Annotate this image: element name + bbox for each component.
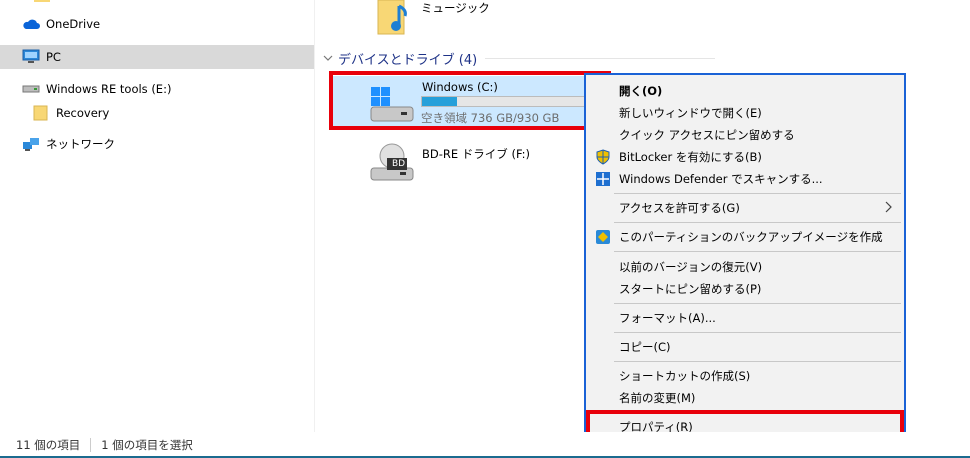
- music-folder-label: ミュージック: [421, 1, 490, 15]
- menu-separator: [614, 222, 901, 223]
- menu-separator: [614, 361, 901, 362]
- menu-item-label: ショートカットの作成(S): [619, 369, 751, 383]
- menu-item-open[interactable]: 開く(O): [586, 80, 904, 102]
- file-explorer-window: OneDrive PC Windows RE tools (E:) Recove…: [0, 0, 970, 458]
- drive-name-c: Windows (C:): [422, 80, 498, 94]
- defender-icon: [595, 171, 611, 187]
- section-title: デバイスとドライブ (4): [338, 53, 478, 68]
- music-folder-icon: [375, 0, 415, 41]
- menu-separator: [614, 412, 901, 413]
- menu-item-restore-versions[interactable]: 以前のバージョンの復元(V): [586, 256, 904, 278]
- music-folder-item[interactable]: ミュージック: [375, 0, 495, 38]
- menu-item-format[interactable]: フォーマット(A)...: [586, 307, 904, 329]
- menu-separator: [614, 251, 901, 252]
- section-divider: [485, 58, 716, 59]
- menu-item-backup-image[interactable]: このパーティションのバックアップイメージを作成: [586, 226, 904, 248]
- backup-icon: [595, 229, 611, 245]
- menu-item-pin-start[interactable]: スタートにピン留めする(P): [586, 278, 904, 300]
- nav-item-label: OneDrive: [46, 17, 101, 31]
- menu-item-label: 開く(O): [619, 84, 663, 98]
- onedrive-icon: [22, 16, 40, 32]
- status-separator: [90, 438, 92, 452]
- drive-usage-fill: [422, 97, 457, 106]
- menu-item-label: Windows Defender でスキャンする...: [619, 172, 823, 186]
- devices-section-header[interactable]: デバイスとドライブ (4): [323, 49, 716, 68]
- nav-item-label: PC: [46, 50, 61, 64]
- nav-item-label: Recovery: [56, 106, 110, 120]
- selection-count: 1 個の項目を選択: [101, 438, 193, 452]
- menu-item-give-access[interactable]: アクセスを許可する(G): [586, 197, 904, 219]
- nav-item-network[interactable]: ネットワーク: [0, 132, 314, 156]
- drive-usage-bar: [421, 96, 589, 107]
- nav-item-label: Windows RE tools (E:): [46, 82, 172, 96]
- menu-item-label: 名前の変更(M): [619, 391, 696, 405]
- menu-item-label: このパーティションのバックアップイメージを作成: [619, 230, 883, 244]
- menu-separator: [614, 332, 901, 333]
- menu-item-label: アクセスを許可する(G): [619, 201, 740, 215]
- status-bar: 11 個の項目 1 個の項目を選択: [0, 432, 970, 458]
- drive-name-f: BD-RE ドライブ (F:): [422, 147, 531, 161]
- menu-item-rename[interactable]: 名前の変更(M): [586, 387, 904, 409]
- menu-item-label: コピー(C): [619, 340, 671, 354]
- menu-item-label: フォーマット(A)...: [619, 311, 716, 325]
- menu-item-label: スタートにピン留めする(P): [619, 282, 762, 296]
- network-icon: [22, 136, 40, 152]
- nav-item-pc[interactable]: PC: [0, 45, 314, 69]
- menu-item-create-shortcut[interactable]: ショートカットの作成(S): [586, 365, 904, 387]
- menu-item-bitlocker[interactable]: BitLocker を有効にする(B): [586, 146, 904, 168]
- nav-item-recovery[interactable]: Recovery: [0, 101, 314, 125]
- menu-separator: [614, 303, 901, 304]
- nav-item-label: ネットワーク: [46, 137, 115, 151]
- bd-badge: BD: [392, 159, 406, 169]
- item-count: 11 個の項目: [16, 438, 81, 452]
- folder-icon: [32, 105, 50, 121]
- folder-icon: [34, 0, 50, 2]
- menu-item-open-new-window[interactable]: 新しいウィンドウで開く(E): [586, 102, 904, 124]
- menu-separator: [614, 193, 901, 194]
- context-menu: 開く(O) 新しいウィンドウで開く(E) クイック アクセスにピン留めする Bi…: [584, 73, 906, 443]
- nav-item-onedrive[interactable]: OneDrive: [0, 12, 314, 36]
- navigation-pane: OneDrive PC Windows RE tools (E:) Recove…: [0, 0, 314, 432]
- menu-item-defender-scan[interactable]: Windows Defender でスキャンする...: [586, 168, 904, 190]
- drive-free-space: 空き領域 736 GB/930 GB: [421, 111, 560, 125]
- menu-item-label: クイック アクセスにピン留めする: [619, 128, 795, 142]
- computer-icon: [22, 49, 40, 65]
- chevron-down-icon: [323, 51, 333, 66]
- windows-drive-icon: [367, 85, 417, 128]
- chevron-right-icon: [885, 201, 892, 216]
- menu-item-copy[interactable]: コピー(C): [586, 336, 904, 358]
- menu-item-pin-quick-access[interactable]: クイック アクセスにピン留めする: [586, 124, 904, 146]
- menu-item-label: 以前のバージョンの復元(V): [619, 260, 763, 274]
- shield-icon: [595, 149, 611, 165]
- menu-item-label: BitLocker を有効にする(B): [619, 150, 762, 164]
- menu-item-label: 新しいウィンドウで開く(E): [619, 106, 762, 120]
- drive-icon: [22, 81, 40, 97]
- nav-item-windows-re-tools[interactable]: Windows RE tools (E:): [0, 77, 314, 101]
